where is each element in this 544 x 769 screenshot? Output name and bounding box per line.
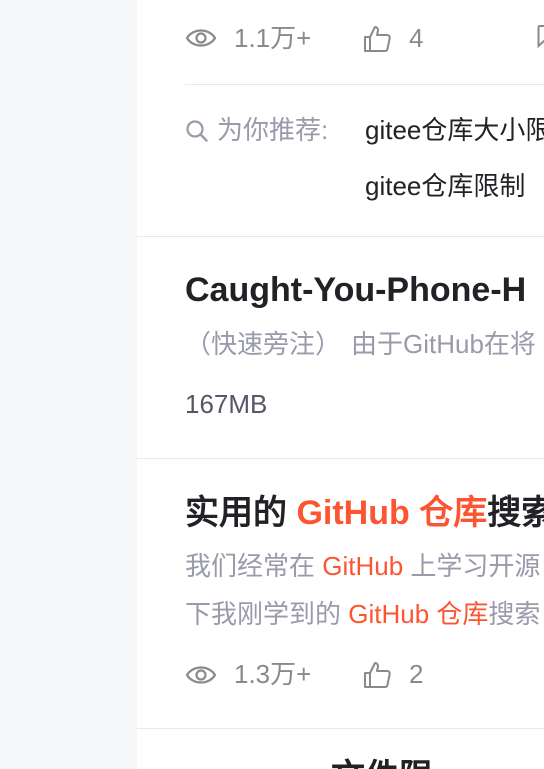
like-count: 2 bbox=[409, 659, 424, 689]
desc-part: 由于GitHub在将 bbox=[351, 329, 536, 359]
thumbs-up-icon[interactable] bbox=[362, 660, 392, 690]
result-description: 我们经常在 GitHub 上学习开源 bbox=[185, 551, 540, 581]
desc-part: 我们经常在 bbox=[185, 551, 323, 581]
comment-icon[interactable] bbox=[537, 24, 544, 52]
view-count: 1.1万+ bbox=[234, 23, 312, 53]
divider bbox=[185, 84, 544, 85]
title-part: 搜索 bbox=[487, 494, 544, 532]
search-results-list: 1.1万+ 4 为你推荐: gitee仓库大小限 gitee仓库限制 Caugh… bbox=[137, 0, 544, 769]
eye-icon bbox=[185, 29, 217, 47]
search-icon bbox=[186, 120, 208, 142]
thumbs-up-icon[interactable] bbox=[362, 24, 392, 54]
title-highlight: GitHub 仓库 bbox=[296, 494, 488, 532]
file-size: 167MB bbox=[185, 389, 268, 419]
recommend-link[interactable]: gitee仓库限制 bbox=[365, 170, 525, 202]
desc-part: 搜索 bbox=[488, 599, 541, 629]
eye-icon bbox=[185, 666, 217, 684]
recommend-label: 为你推荐: bbox=[217, 115, 329, 145]
card-separator bbox=[137, 458, 544, 459]
desc-part: （快速旁注） bbox=[185, 329, 342, 359]
desc-part: 下我刚学到的 bbox=[185, 599, 349, 629]
desc-highlight: GitHub bbox=[322, 551, 404, 581]
card-separator bbox=[137, 236, 544, 237]
result-title[interactable]: 实用的 GitHub 仓库搜索 bbox=[185, 493, 544, 533]
like-count: 4 bbox=[409, 23, 424, 53]
card-separator bbox=[137, 728, 544, 729]
result-description: 下我刚学到的 GitHub 仓库搜索 bbox=[185, 599, 540, 629]
title-part: 实用的 bbox=[185, 494, 297, 532]
recommend-link[interactable]: gitee仓库大小限 bbox=[365, 114, 544, 146]
desc-part: 上学习开源 bbox=[403, 551, 541, 581]
result-description: （快速旁注） 由于GitHub在将 bbox=[185, 329, 536, 359]
desc-highlight: GitHub 仓库 bbox=[348, 599, 489, 629]
result-title[interactable]: …文件限 bbox=[297, 757, 433, 769]
result-title[interactable]: Caught-You-Phone-H bbox=[185, 270, 526, 310]
view-count: 1.3万+ bbox=[234, 659, 312, 689]
